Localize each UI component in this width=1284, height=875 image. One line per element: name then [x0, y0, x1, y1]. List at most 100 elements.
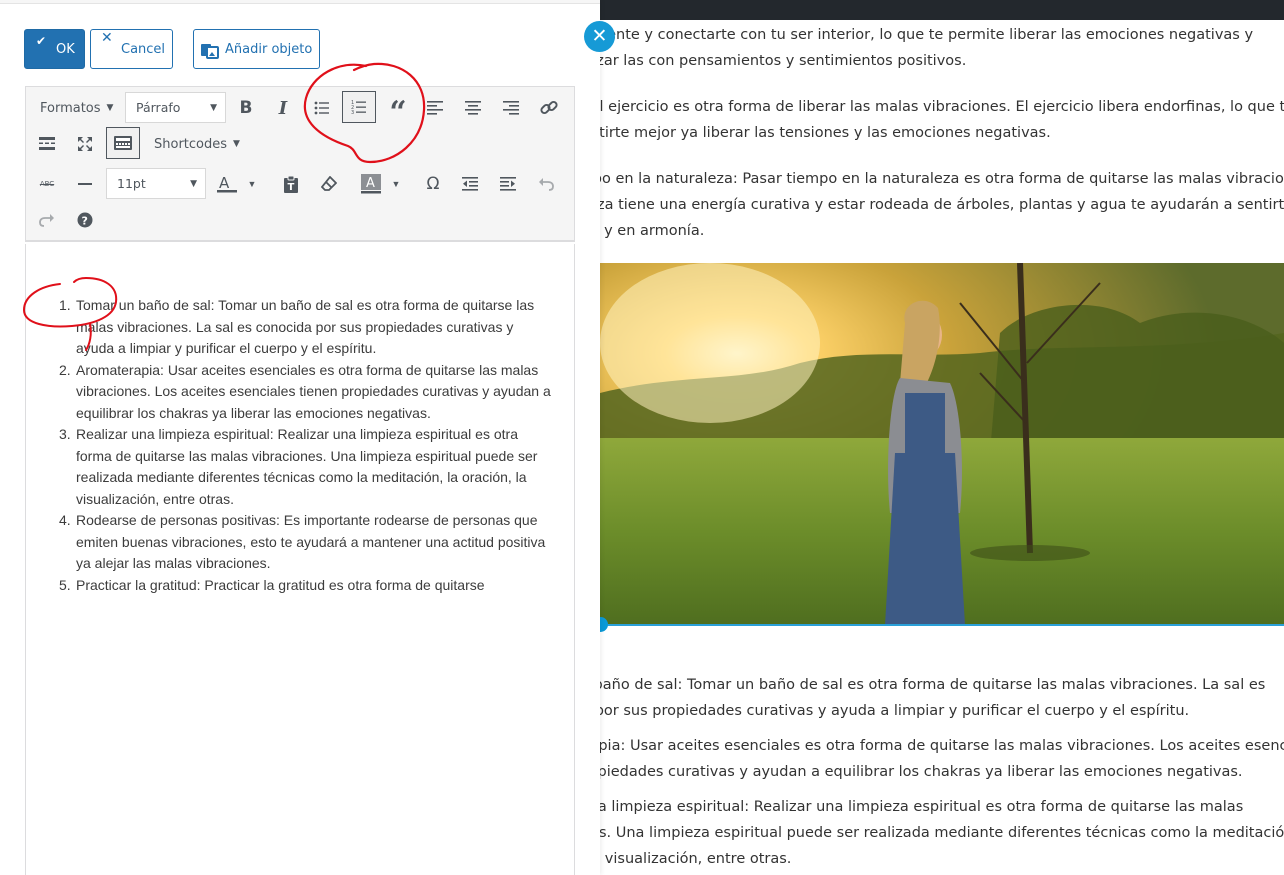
- svg-text:3: 3: [351, 110, 354, 115]
- undo-icon: [539, 178, 554, 191]
- help-button[interactable]: ?: [68, 204, 102, 236]
- paragraph-line: mplazar las con pensamientos y sentimien…: [560, 53, 967, 69]
- list-number: 3.: [59, 426, 71, 442]
- formats-dropdown[interactable]: Formatos ▼: [40, 92, 113, 124]
- bold-button[interactable]: B: [229, 92, 263, 124]
- paragraph-line: tiempo en la naturaleza: Pasar tiempo en…: [560, 171, 1284, 187]
- italic-button[interactable]: I: [266, 92, 300, 124]
- paragraph-line: ciones. Una limpieza espiritual puede se…: [560, 825, 1284, 841]
- horizontal-line-icon: [78, 183, 92, 185]
- read-more-icon: [39, 137, 55, 150]
- add-media-icon: [200, 41, 220, 63]
- align-center-icon: [465, 101, 481, 115]
- numbered-list-button[interactable]: 123: [342, 91, 376, 123]
- paragraph-line: ón, la visualización, entre otras.: [560, 851, 792, 867]
- admin-top-bar: [600, 0, 1284, 20]
- paragraph-line: cio: El ejercicio es otra forma de liber…: [560, 99, 1284, 115]
- text-color-icon: A: [216, 175, 237, 193]
- italic-icon: I: [278, 97, 288, 119]
- chevron-down-icon: ▼: [210, 103, 217, 113]
- paragraph-line: cida por sus propiedades curativas y ayu…: [560, 703, 1190, 719]
- outdent-button[interactable]: [453, 168, 487, 200]
- cancel-label: Cancel: [121, 42, 166, 57]
- bulleted-list-icon: [314, 101, 329, 115]
- special-character-icon: Ω: [426, 174, 440, 194]
- background-paragraph: r un baño de sal: Tomar un baño de sal e…: [560, 672, 1284, 724]
- paragraph-line: n propiedades curativas y ayudan a equil…: [560, 764, 1243, 780]
- clear-formatting-button[interactable]: [312, 168, 346, 200]
- shortcodes-dropdown[interactable]: Shortcodes ▼: [154, 128, 240, 160]
- blockquote-icon: “: [389, 95, 407, 130]
- fullscreen-icon: [78, 137, 92, 151]
- redo-button[interactable]: [30, 204, 64, 236]
- chevron-down-icon: ▼: [190, 179, 197, 189]
- align-right-button[interactable]: [494, 92, 528, 124]
- text-editor-panel: ✔ OK ✕ Cancel Añadir objeto Formatos ▼ Pá…: [0, 0, 600, 875]
- list-number: 1.: [59, 297, 71, 313]
- link-button[interactable]: [532, 92, 566, 124]
- background-color-button[interactable]: A ▼: [350, 168, 410, 200]
- chevron-down-icon: ▼: [247, 179, 257, 189]
- svg-text:A: A: [219, 175, 230, 192]
- hero-image[interactable]: [600, 263, 1284, 625]
- add-object-button[interactable]: Añadir objeto: [193, 29, 320, 69]
- font-size-value: 11pt: [117, 176, 146, 191]
- ok-button[interactable]: ✔ OK: [24, 29, 85, 69]
- list-item-line: vibraciones. Los aceites esenciales tien…: [76, 383, 551, 399]
- font-size-select[interactable]: 11pt ▼: [106, 168, 206, 199]
- indent-button[interactable]: [491, 168, 525, 200]
- list-number: 5.: [59, 576, 71, 593]
- list-item-line: malas vibraciones. La sal es conocida po…: [76, 318, 514, 335]
- list-item-line: Realizar una limpieza espiritual: Realiz…: [76, 426, 518, 442]
- paragraph-line: aterapia: Usar aceites esenciales es otr…: [560, 738, 1284, 754]
- fullscreen-button[interactable]: [68, 128, 102, 160]
- align-left-button[interactable]: [418, 92, 452, 124]
- list-item-line: Practicar la gratitud: Practicar la grat…: [76, 576, 485, 593]
- editor-toolbar: Formatos ▼ Párrafo ▼ B I 123 “ Shortcode…: [25, 86, 575, 242]
- undo-button[interactable]: [529, 168, 563, 200]
- list-item-line: Rodearse de personas positivas: Es impor…: [76, 512, 538, 528]
- woman-in-field-photo: [600, 263, 1284, 625]
- list-item: 2. Aromaterapia: Usar aceites esenciales…: [52, 360, 568, 425]
- special-character-button[interactable]: Ω: [416, 168, 450, 200]
- strikethrough-button[interactable]: ABC: [30, 168, 64, 200]
- chevron-down-icon: ▼: [391, 179, 401, 189]
- toolbar-toggle-button[interactable]: [106, 127, 140, 159]
- bulleted-list-button[interactable]: [305, 92, 339, 124]
- cancel-button[interactable]: ✕ Cancel: [90, 29, 173, 69]
- blockquote-button[interactable]: “: [381, 92, 415, 128]
- paragraph-line: n paz y en armonía.: [560, 223, 705, 239]
- editor-content-area[interactable]: 1. Tomar un baño de sal: Tomar un baño d…: [25, 244, 575, 875]
- list-item-line: equilibrar los chakras ya liberar las em…: [76, 404, 431, 421]
- list-item-line: visualización, entre otras.: [76, 490, 234, 507]
- list-number: 2.: [59, 361, 71, 378]
- outdent-icon: [462, 177, 478, 191]
- list-item-line: ayuda a limpiar y purificar el cuerpo y …: [76, 340, 377, 356]
- paste-text-icon: T: [284, 175, 298, 193]
- close-editor-button[interactable]: ✕: [584, 21, 615, 52]
- link-icon: [540, 100, 558, 115]
- image-selection-border: [600, 624, 1284, 626]
- paragraph-line: ar una limpieza espiritual: Realizar una…: [560, 799, 1244, 815]
- paragraph-line: o tu mente y conectarte con tu ser inter…: [560, 27, 1254, 43]
- close-icon: ✕: [101, 30, 113, 46]
- read-more-button[interactable]: [30, 128, 64, 160]
- paragraph-select[interactable]: Párrafo ▼: [125, 92, 226, 123]
- horizontal-line-button[interactable]: [68, 168, 102, 200]
- chevron-down-icon: ▼: [233, 139, 240, 149]
- svg-text:A: A: [366, 176, 375, 191]
- paragraph-line: a sentirte mejor ya liberar las tensione…: [560, 125, 1051, 141]
- list-item-line: realizada mediante diferentes técnicas c…: [76, 469, 527, 485]
- checkmark-icon: ✔: [36, 34, 47, 48]
- list-item: 4. Rodearse de personas positivas: Es im…: [52, 510, 568, 575]
- list-item: 1. Tomar un baño de sal: Tomar un baño d…: [52, 295, 568, 360]
- text-color-button[interactable]: A ▼: [210, 168, 262, 200]
- align-center-button[interactable]: [456, 92, 490, 124]
- toolbar-toggle-icon: [114, 136, 132, 150]
- align-right-icon: [503, 101, 519, 115]
- background-paragraph: aterapia: Usar aceites esenciales es otr…: [560, 733, 1284, 785]
- numbered-list: 1. Tomar un baño de sal: Tomar un baño d…: [52, 295, 568, 596]
- paste-text-button[interactable]: T: [274, 168, 308, 200]
- bold-icon: B: [239, 98, 253, 118]
- chevron-down-icon: ▼: [106, 103, 114, 113]
